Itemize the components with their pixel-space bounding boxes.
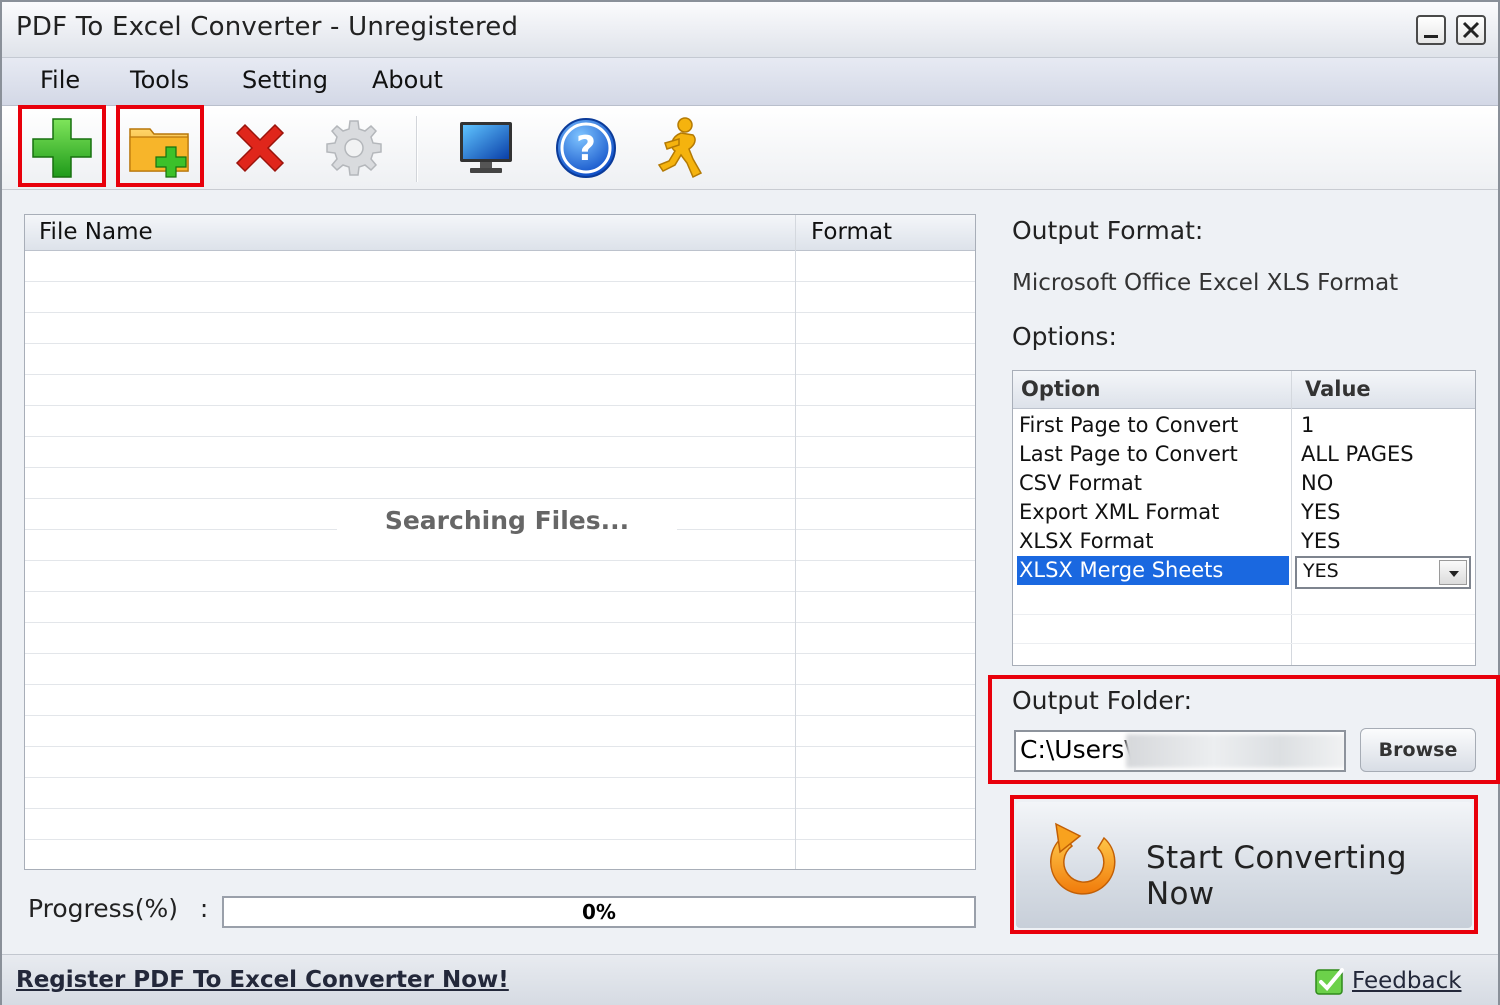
column-format[interactable]: Format [811,219,892,245]
highlight-start-button [1010,795,1478,934]
close-icon [1462,21,1480,39]
monitor-button[interactable] [446,112,526,184]
delete-button[interactable] [220,112,300,184]
menu-file[interactable]: File [40,66,80,94]
highlight-output-folder [988,675,1500,784]
checkmark-icon [1315,968,1344,995]
option-name: Export XML Format [1019,500,1220,524]
feedback-link[interactable]: Feedback [1352,968,1462,994]
menu-tools[interactable]: Tools [130,66,189,94]
output-format-value: Microsoft Office Excel XLS Format [1012,270,1399,296]
chevron-down-icon[interactable] [1439,560,1467,585]
highlight-add-folder [116,105,204,187]
file-list[interactable]: File Name Format Searching Files... [24,214,976,870]
register-link[interactable]: Register PDF To Excel Converter Now! [16,967,509,993]
title-bar: PDF To Excel Converter - Unregistered [2,2,1498,58]
option-value: YES [1301,529,1341,553]
options-header: Option Value [1013,371,1475,409]
app-window: PDF To Excel Converter - Unregistered Fi… [0,0,1500,1005]
option-name: XLSX Format [1019,529,1154,553]
options-table: Option Value First Page to Convert 1 Las… [1012,370,1476,666]
progress-separator: : [199,894,209,923]
close-button[interactable] [1456,15,1486,45]
column-file-name[interactable]: File Name [39,219,153,245]
option-value: 1 [1301,413,1315,437]
menu-bar: File Tools Setting About [2,58,1498,106]
select-value: YES [1303,560,1339,582]
menu-about[interactable]: About [372,66,443,94]
option-row[interactable]: CSV Format NO [1013,469,1475,498]
svg-text:?: ? [576,129,596,169]
options-label: Options: [1012,322,1117,351]
monitor-icon [460,122,512,173]
help-icon: ? [556,118,616,178]
option-value: NO [1301,471,1334,495]
progress-value: 0% [582,900,616,924]
status-bar: Register PDF To Excel Converter Now! Fee… [2,954,1498,1005]
option-row[interactable]: Last Page to Convert ALL PAGES [1013,440,1475,469]
toolbar: ? [2,106,1498,190]
delete-icon [235,123,285,173]
searching-status: Searching Files... [337,501,677,541]
highlight-add-file [18,105,106,187]
option-name: Last Page to Convert [1019,442,1238,466]
option-row[interactable]: Export XML Format YES [1013,498,1475,527]
feedback-area[interactable]: Feedback [1314,965,1462,997]
option-name: First Page to Convert [1019,413,1239,437]
runner-button[interactable] [640,112,720,184]
toolbar-separator [416,116,418,182]
option-row-selected[interactable]: XLSX Merge Sheets YES [1013,556,1475,589]
option-value-select[interactable]: YES [1295,556,1471,589]
option-name: XLSX Merge Sheets [1017,556,1289,585]
runner-icon [657,117,703,179]
column-value: Value [1305,377,1371,401]
file-list-rows [25,251,975,869]
option-name: CSV Format [1019,471,1143,495]
column-divider [795,215,796,869]
option-value: YES [1301,500,1341,524]
menu-setting[interactable]: Setting [242,66,328,94]
output-format-label: Output Format: [1012,216,1204,245]
settings-button[interactable] [314,112,394,184]
window-title: PDF To Excel Converter - Unregistered [16,12,519,42]
progress-bar: 0% [222,896,976,928]
column-option: Option [1021,377,1101,401]
file-list-header: File Name Format [25,215,975,251]
progress-label-text: Progress(%) [28,894,178,923]
grid-line [1013,614,1475,615]
minimize-button[interactable] [1416,15,1446,45]
option-value: ALL PAGES [1301,442,1414,466]
grid-line [1013,643,1475,644]
option-row[interactable]: XLSX Format YES [1013,527,1475,556]
option-row[interactable]: First Page to Convert 1 [1013,411,1475,440]
settings-gear-icon [326,120,382,176]
help-button[interactable]: ? [546,112,626,184]
progress-label: Progress(%) : [28,894,208,923]
